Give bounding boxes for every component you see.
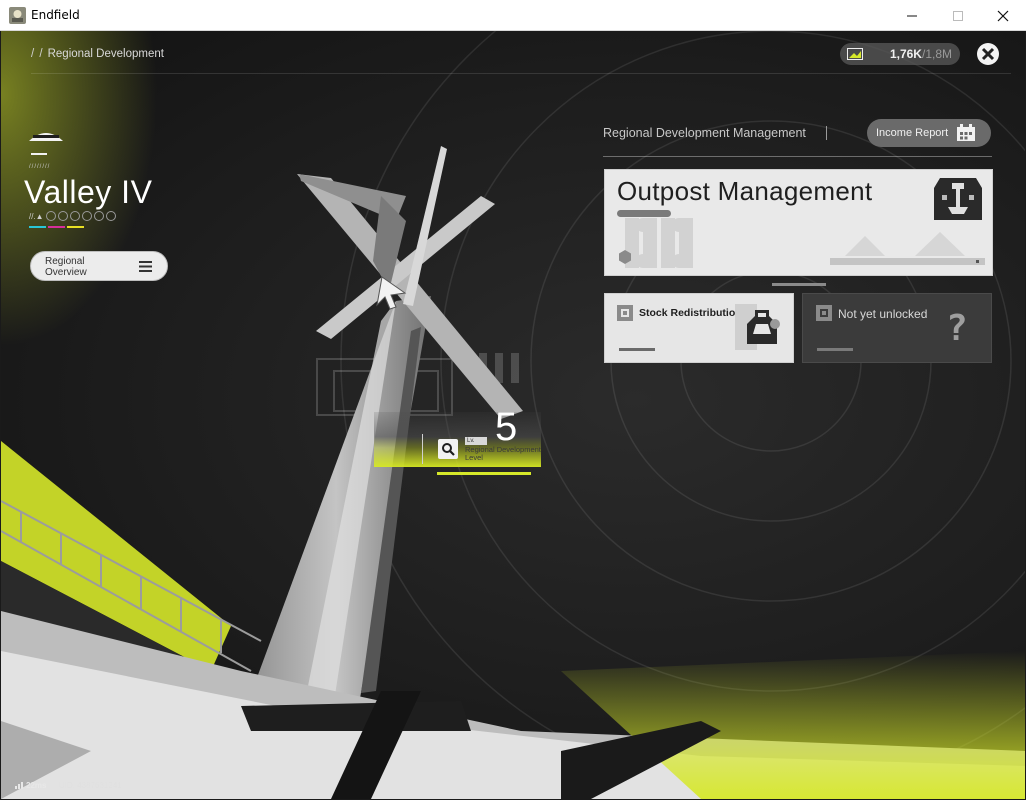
color-strip-cyan <box>29 226 46 228</box>
minimize-button[interactable] <box>889 0 935 31</box>
outpost-management-card[interactable]: Outpost Management <box>604 169 993 276</box>
outpost-tag <box>617 210 671 217</box>
management-divider <box>603 156 992 157</box>
calendar-icon <box>957 124 975 141</box>
region-rating-label: //.▲ <box>29 211 44 221</box>
user-id: UID: 4387631241 <box>59 781 122 790</box>
maximize-icon <box>953 11 963 21</box>
maximize-button[interactable] <box>935 0 981 31</box>
locked-card: Not yet unlocked ? <box>802 293 992 363</box>
rating-pip <box>93 211 104 221</box>
currency-icon <box>847 48 863 60</box>
question-mark-icon: ? <box>946 308 968 349</box>
window-titlebar: Endfield <box>0 0 1026 31</box>
breadcrumb-slashes: / / <box>31 48 44 60</box>
level-underline <box>437 472 531 475</box>
top-divider <box>31 73 1011 74</box>
rating-pip <box>57 211 68 221</box>
window-title: Endfield <box>31 8 80 22</box>
rating-pip <box>81 211 92 221</box>
level-bracket <box>422 434 426 464</box>
breadcrumb: / / Regional Development <box>31 48 164 60</box>
outpost-hex-icon <box>619 250 631 264</box>
currency-max: /1,8M <box>921 47 952 61</box>
minimize-icon <box>907 15 917 17</box>
breadcrumb-label: Regional Development <box>47 48 164 60</box>
card-page-indicator <box>772 283 826 286</box>
rating-pip <box>45 211 56 221</box>
signal-icon <box>15 782 23 789</box>
level-prefix: Lv. <box>465 437 487 445</box>
regional-overview-button[interactable]: Regional Overview <box>30 251 168 281</box>
stock-code <box>619 348 655 351</box>
menu-icon <box>139 261 152 272</box>
color-strip-magenta <box>48 226 65 228</box>
management-title: Regional Development Management <box>603 126 806 140</box>
color-strip-yellow <box>67 226 84 228</box>
locked-code <box>817 348 853 351</box>
locked-card-title: Not yet unlocked <box>838 307 928 321</box>
stock-square-icon <box>617 305 633 321</box>
income-report-label: Income Report <box>876 127 949 139</box>
level-value: 5 <box>495 405 518 449</box>
close-icon[interactable] <box>976 42 1000 66</box>
rating-pip <box>69 211 80 221</box>
income-report-button[interactable]: Income Report <box>867 119 991 147</box>
currency-value: 1,76K/1,8M <box>890 47 952 61</box>
locked-square-icon <box>816 305 832 321</box>
search-icon <box>442 443 455 456</box>
region-name: Valley IV <box>24 174 153 210</box>
stock-redistribution-card[interactable]: Stock Redistribution <box>604 293 794 363</box>
region-emblem-icon <box>29 133 63 155</box>
ping-value: 22ms <box>26 781 47 790</box>
outpost-progress-bar <box>830 258 985 265</box>
outpost-management-title: Outpost Management <box>617 176 873 206</box>
app-icon <box>9 7 26 24</box>
rating-pip <box>105 211 116 221</box>
network-ping: 22ms <box>15 781 46 790</box>
stock-redistribution-title: Stock Redistribution <box>639 307 742 319</box>
currency-current: 1,76K <box>889 47 922 61</box>
management-title-divider <box>826 126 827 140</box>
stock-icon <box>735 304 780 350</box>
outpost-card-stripes <box>845 232 965 256</box>
close-icon <box>997 10 1009 22</box>
region-rating: //.▲ <box>29 211 116 221</box>
outpost-card-pattern <box>625 218 693 268</box>
currency-display[interactable]: 1,76K/1,8M <box>840 43 960 65</box>
outpost-icon <box>934 178 982 220</box>
regional-overview-label: Regional Overview <box>45 256 87 278</box>
region-code: //////// <box>29 164 51 170</box>
game-viewport: / / Regional Development 1,76K/1,8M /////… <box>1 31 1025 799</box>
close-window-button[interactable] <box>980 0 1026 31</box>
region-color-strip <box>29 226 84 228</box>
level-search-button[interactable] <box>438 439 458 459</box>
